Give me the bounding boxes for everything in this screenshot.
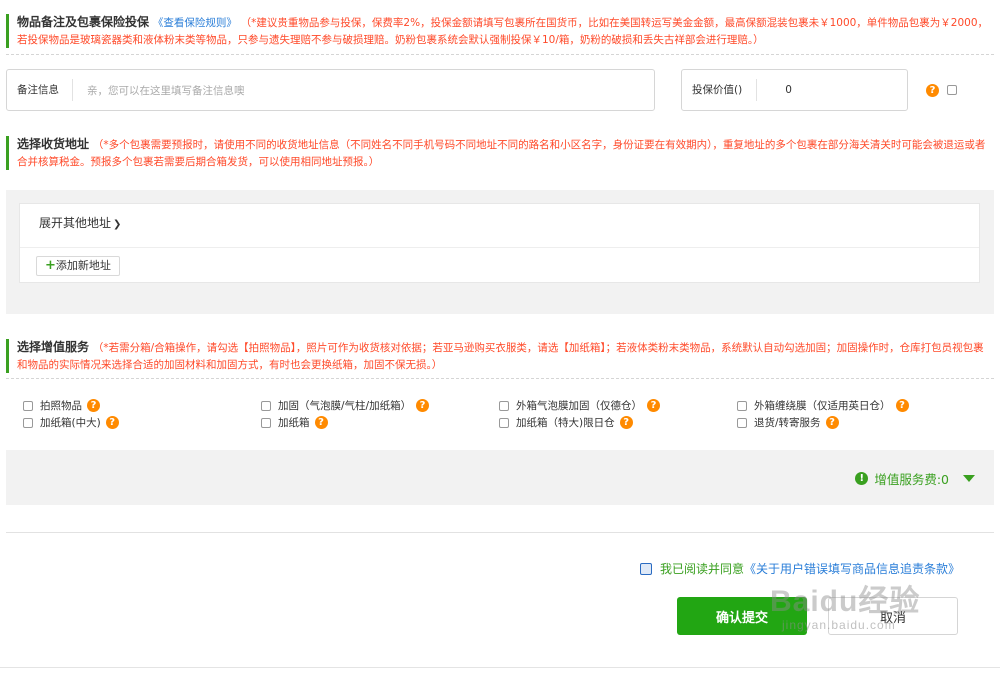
service-checkbox[interactable] [737, 417, 747, 428]
divider [6, 54, 994, 55]
service-checkbox[interactable] [737, 400, 747, 411]
service-label: 加固（气泡膜/气柱/加纸箱） [278, 400, 412, 412]
expand-addresses-toggle[interactable]: 展开其他地址 ❯ [39, 214, 121, 231]
question-circle-icon[interactable]: ? [647, 399, 660, 412]
insurance-note-line1: （*建议贵重物品参与投保，保费率2%，投保金额请填写包裹所在国货币，比如在美国转… [240, 17, 989, 29]
page-bottom-border [0, 667, 1000, 668]
insured-value-field[interactable]: 投保价值() 0 [681, 69, 908, 111]
service-checkbox[interactable] [261, 400, 271, 411]
service-label: 外箱缠绕膜（仅适用英日仓） [754, 400, 891, 412]
service-option-box-xl[interactable]: 加纸箱（特大)限日仓 ? [499, 415, 633, 430]
agreement-checkbox[interactable] [639, 562, 652, 575]
insured-value-input[interactable]: 0 [757, 84, 792, 96]
service-option-box[interactable]: 加纸箱 ? [261, 415, 328, 430]
insure-checkbox[interactable] [947, 85, 957, 95]
remark-input[interactable]: 亲，您可以在这里填写备注信息噢 [73, 83, 245, 98]
expand-addresses-label: 展开其他地址 [39, 216, 112, 230]
service-fee-summary[interactable]: ! 增值服务费:0 [855, 469, 975, 488]
question-circle-icon[interactable]: ? [314, 416, 328, 429]
insured-value-label: 投保价值() [682, 79, 758, 101]
service-label: 拍照物品 [40, 400, 82, 412]
service-option-photo[interactable]: 拍照物品 ? [23, 398, 100, 413]
cancel-button[interactable]: 取消 [828, 597, 958, 635]
plus-icon: + [45, 258, 56, 273]
address-section-header: 选择收货地址 （*多个包裹需要预报时，请使用不同的收货地址信息（不同姓名不同手机… [6, 136, 991, 170]
question-circle-icon[interactable]: ? [416, 399, 430, 412]
question-circle-icon[interactable]: ? [619, 416, 633, 429]
question-circle-icon[interactable]: ? [87, 399, 100, 412]
service-option-stretch-wrap[interactable]: 外箱缠绕膜（仅适用英日仓） ? [737, 398, 909, 413]
insurance-section-header: 物品备注及包裹保险投保 《查看保险规则》 （*建议贵重物品参与投保，保费率2%，… [6, 14, 991, 48]
agreement-row[interactable]: 我已阅读并同意 《关于用户错误填写商品信息追责条款》 [639, 560, 960, 577]
remark-label: 备注信息 [7, 79, 73, 101]
service-option-reinforce[interactable]: 加固（气泡膜/气柱/加纸箱） ? [261, 398, 430, 413]
submit-button[interactable]: 确认提交 [677, 597, 807, 635]
question-circle-icon[interactable]: ? [895, 399, 909, 412]
services-title: 选择增值服务 [17, 340, 90, 354]
service-label: 退货/转寄服务 [754, 417, 821, 429]
service-fee-panel [6, 450, 994, 505]
address-note-line2: 合并核算税金。预报多个包裹若需要后期合箱发货，可以使用相同地址预报。） [17, 156, 380, 168]
add-address-button[interactable]: +添加新地址 [36, 256, 120, 276]
service-fee-label: 增值服务费:0 [874, 472, 949, 487]
services-section-header: 选择增值服务 （*若需分箱/合箱操作，请勾选【拍照物品】，照片可作为收货核对依据… [6, 339, 991, 373]
address-card-divider [20, 247, 979, 248]
service-option-box-medium[interactable]: 加纸箱(中大) ? [23, 415, 119, 430]
exclamation-circle-icon: ! [855, 472, 869, 485]
service-label: 外箱气泡膜加固（仅德仓） [516, 400, 642, 412]
divider [6, 378, 994, 379]
services-note-line1: （*若需分箱/合箱操作，请勾选【拍照物品】，照片可作为收货核对依据；若亚马逊购买… [92, 342, 984, 354]
agreement-text: 我已阅读并同意 [659, 562, 744, 576]
service-checkbox[interactable] [23, 417, 33, 428]
chevron-down-icon: ❯ [113, 219, 122, 230]
address-card: 展开其他地址 ❯ +添加新地址 [19, 203, 980, 283]
terms-link[interactable]: 《关于用户错误填写商品信息追责条款》 [744, 560, 960, 577]
service-option-return[interactable]: 退货/转寄服务 ? [737, 415, 839, 430]
service-label: 加纸箱 [278, 417, 310, 429]
question-circle-icon[interactable]: ? [825, 416, 839, 429]
remark-field[interactable]: 备注信息 亲，您可以在这里填写备注信息噢 [6, 69, 655, 111]
service-checkbox[interactable] [499, 400, 509, 411]
question-circle-icon[interactable]: ? [105, 416, 119, 429]
insurance-rules-link[interactable]: 《查看保险规则》 [153, 17, 237, 29]
divider [6, 532, 994, 533]
services-note-line2: 和物品的实际情况来选择合适的加固材料和加固方式，有时也会更换纸箱，加固不保无损。… [17, 359, 443, 371]
service-checkbox[interactable] [499, 417, 509, 428]
insurance-title: 物品备注及包裹保险投保 [17, 15, 150, 29]
service-checkbox[interactable] [23, 400, 33, 411]
service-label: 加纸箱（特大)限日仓 [516, 417, 615, 429]
service-checkbox[interactable] [261, 417, 271, 428]
address-title: 选择收货地址 [17, 137, 90, 151]
address-note-line1: （*多个包裹需要预报时，请使用不同的收货地址信息（不同姓名不同手机号码不同地址不… [92, 139, 986, 151]
service-label: 加纸箱(中大) [40, 417, 101, 429]
insurance-note-line2: 若投保物品是玻璃瓷器类和液体粉末类等物品，只参与遗失理赔不参与破损理赔。奶粉包裹… [17, 34, 764, 46]
service-option-outer-bubble[interactable]: 外箱气泡膜加固（仅德仓） ? [499, 398, 660, 413]
question-circle-icon[interactable]: ? [926, 84, 939, 97]
add-address-label: 添加新地址 [55, 259, 111, 272]
caret-down-icon[interactable] [963, 475, 975, 482]
